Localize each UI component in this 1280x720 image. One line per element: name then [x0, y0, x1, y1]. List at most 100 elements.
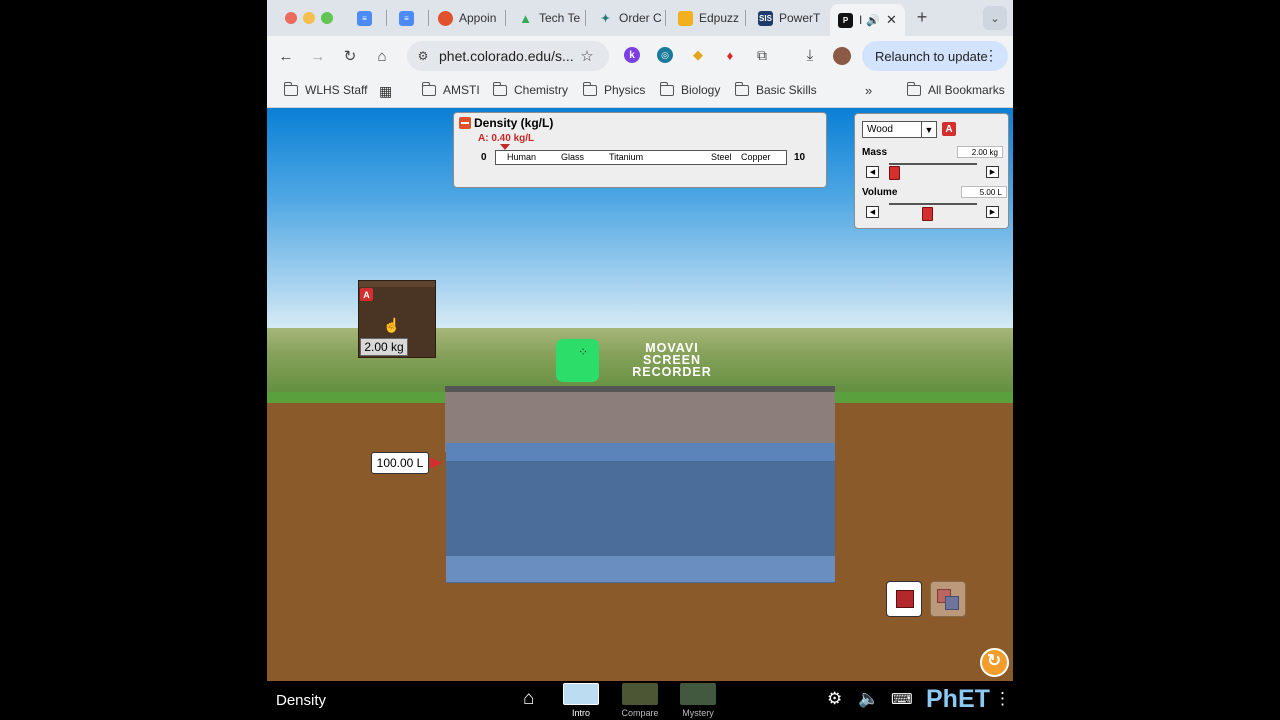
site-info-icon[interactable]: ⚙	[415, 48, 431, 64]
forward-icon[interactable]: →	[308, 46, 328, 66]
browser-tab[interactable]: ≡	[399, 6, 429, 30]
mass-decrement-button[interactable]: ◀	[866, 166, 879, 178]
extensions-puzzle-icon[interactable]: ⧉	[753, 46, 771, 64]
screen-tab-mystery[interactable]: Mystery	[678, 683, 718, 718]
wood-block[interactable]: A ☝ 2.00 kg	[358, 280, 436, 358]
tab-title: Tech Te	[539, 11, 581, 25]
one-block-button[interactable]	[886, 581, 922, 617]
reset-all-button[interactable]: ↻	[980, 648, 1009, 677]
material-tick: Copper	[741, 152, 771, 162]
keyboard-icon[interactable]: ⌨	[891, 690, 913, 708]
close-tab-icon[interactable]: ✕	[886, 12, 897, 28]
bookmark-label: Chemistry	[514, 83, 569, 97]
mystery-thumbnail	[680, 683, 716, 705]
folder-icon	[492, 81, 507, 96]
browser-tab[interactable]: SIS PowerT	[758, 6, 826, 30]
volume-label: Volume	[862, 187, 898, 198]
block-control-panel: Wood ▼ A Mass 2.00 kg ◀ ▶ Volume 5.00 L …	[854, 113, 1009, 229]
browser-tab[interactable]: ▲ Tech Te	[518, 6, 586, 30]
kami-extension-icon[interactable]: k	[624, 47, 640, 63]
back-icon[interactable]: ←	[276, 46, 296, 66]
material-tick: Glass	[561, 152, 585, 162]
mass-increment-button[interactable]: ▶	[986, 166, 999, 178]
simulation-area: Density (kg/L) A: 0.40 kg/L 0 Human Glas…	[267, 108, 1013, 681]
bookmark-all[interactable]: All Bookmarks	[906, 81, 1005, 97]
tab-strip: ≡ ≡ Appoin ▲ Tech Te ✦ Order C Edpuzz SI…	[267, 0, 1013, 36]
home-screen-icon[interactable]: ⌂	[523, 688, 534, 710]
minimize-window-button[interactable]	[303, 12, 315, 24]
mass-slider-track[interactable]	[889, 163, 977, 165]
screen-tab-intro[interactable]: Intro	[561, 683, 601, 718]
more-menu-icon[interactable]: ⋮	[984, 47, 998, 64]
settings-gear-icon[interactable]: ⚙	[827, 689, 842, 709]
mass-label: Mass	[862, 147, 888, 158]
material-tick: Human	[507, 152, 537, 162]
watermark: MOVAVI SCREEN RECORDER	[607, 342, 737, 379]
screen-tab-label: Mystery	[682, 708, 714, 718]
material-tick: Titanium	[609, 152, 644, 162]
close-window-button[interactable]	[285, 12, 297, 24]
sim-title: Density	[276, 692, 327, 709]
bookmark-label: Basic Skills	[756, 83, 817, 97]
docs-icon: ≡	[357, 10, 372, 26]
material-select[interactable]: Wood ▼	[862, 121, 937, 138]
bookmark-amsti[interactable]: AMSTI	[421, 81, 480, 97]
pool-floor	[446, 556, 835, 582]
phet-menu-icon[interactable]: ⋮	[994, 689, 1011, 709]
relaunch-label: Relaunch to update	[875, 48, 988, 64]
water-surface	[446, 443, 835, 461]
download-icon[interactable]: ⤓	[801, 46, 819, 64]
material-select-value: Wood	[867, 124, 893, 135]
new-tab-icon[interactable]: +	[913, 7, 931, 27]
screen-tab-compare[interactable]: Compare	[620, 683, 660, 718]
volume-slider-track[interactable]	[889, 203, 977, 205]
browser-tab[interactable]: Appoin	[438, 6, 506, 30]
tab-search-icon[interactable]: ⌄	[983, 6, 1007, 30]
edpuzzle-extension-icon[interactable]: ◆	[690, 47, 706, 63]
browser-window: ≡ ≡ Appoin ▲ Tech Te ✦ Order C Edpuzz SI…	[267, 0, 1013, 720]
bookmark-chemistry[interactable]: Chemistry	[492, 81, 569, 97]
apps-grid-icon[interactable]: ▦	[379, 83, 392, 100]
browser-tab[interactable]: Edpuzz	[678, 6, 746, 30]
bookmarks-bar: WLHS Staff ▦ AMSTI Chemistry Physics Bio…	[267, 76, 1013, 108]
chevron-down-icon[interactable]: ▼	[921, 122, 936, 137]
profile-avatar[interactable]	[833, 47, 851, 65]
reload-icon[interactable]: ↻	[340, 46, 360, 66]
volume-slider-thumb[interactable]	[922, 207, 933, 221]
bookmark-biology[interactable]: Biology	[659, 81, 721, 97]
bookmark-label: WLHS Staff	[305, 83, 368, 97]
mass-slider-thumb[interactable]	[889, 166, 900, 180]
home-icon[interactable]: ⌂	[372, 46, 392, 66]
edpuzzle-icon	[678, 10, 693, 26]
volume-increment-button[interactable]: ▶	[986, 206, 999, 218]
bookmark-wlhs-staff[interactable]: WLHS Staff	[283, 81, 368, 97]
phet-logo[interactable]: PhET	[926, 685, 990, 714]
url-text: phet.colorado.edu/s...	[439, 48, 574, 64]
movavi-logo-icon: ⁘	[556, 339, 599, 382]
maximize-window-button[interactable]	[321, 12, 333, 24]
sound-icon[interactable]: 🔈	[858, 689, 879, 709]
gem-extension-icon[interactable]: ♦	[722, 47, 738, 63]
browser-tab[interactable]: ✦ Order C	[598, 6, 666, 30]
drive-icon: ▲	[519, 10, 532, 26]
mass-value: 2.00 kg	[957, 146, 1003, 158]
bookmark-basic-skills[interactable]: Basic Skills	[734, 81, 817, 97]
two-blocks-button[interactable]	[930, 581, 966, 617]
browser-tab-active[interactable]: P I 🔊 ✕	[830, 4, 905, 36]
bookmark-label: Biology	[681, 83, 721, 97]
order-icon: ✦	[600, 12, 611, 25]
density-max: 10	[794, 152, 806, 163]
bookmark-physics[interactable]: Physics	[582, 81, 645, 97]
browser-tab[interactable]: ≡	[357, 6, 387, 30]
phet-navigation-bar: Density ⌂ Intro Compare Mystery ⚙ 🔈 ⌨ Ph…	[267, 681, 1013, 720]
more-bookmarks-icon[interactable]: »	[865, 83, 872, 98]
density-title: Density (kg/L)	[474, 116, 554, 130]
bookmark-star-icon[interactable]: ☆	[577, 46, 597, 66]
extension-icon[interactable]: ◎	[657, 47, 673, 63]
block-icon	[945, 596, 959, 610]
tab-title: Order C	[619, 11, 662, 25]
volume-decrement-button[interactable]: ◀	[866, 206, 879, 218]
screen-tab-label: Intro	[571, 708, 590, 718]
relaunch-button[interactable]: Relaunch to update ⋮	[862, 41, 1008, 71]
collapse-panel-button[interactable]	[459, 117, 471, 129]
